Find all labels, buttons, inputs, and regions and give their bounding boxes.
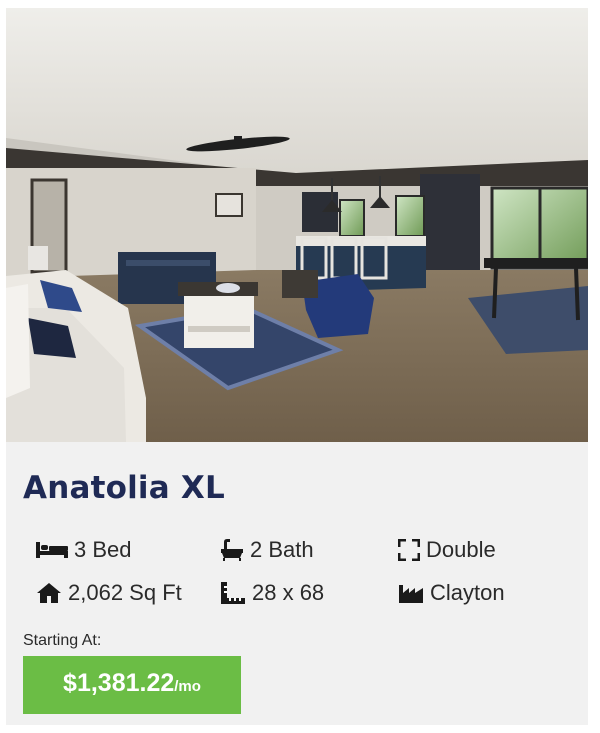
spec-bathrooms: 2 Bath: [220, 537, 314, 563]
spec-section-type-text: Double: [426, 537, 496, 562]
spec-manufacturer-text: Clayton: [430, 580, 505, 605]
expand-icon: [398, 539, 420, 561]
price-amount: $1,381.22: [63, 669, 175, 697]
home-icon: [37, 583, 61, 603]
spec-bathrooms-text: 2 Bath: [250, 537, 314, 562]
spec-section-type: Double: [398, 537, 496, 563]
home-listing-card[interactable]: Anatolia XL 3 Bed 2 Bath Double 2,062 Sq…: [6, 8, 588, 725]
bed-icon: [36, 542, 68, 558]
bath-icon: [221, 539, 243, 561]
spec-square-feet-text: 2,062 Sq Ft: [68, 580, 182, 605]
starting-at-label: Starting At:: [23, 632, 102, 649]
ruler-icon: [221, 582, 245, 604]
spec-manufacturer: Clayton: [398, 580, 505, 606]
spec-bedrooms: 3 Bed: [36, 537, 132, 563]
price-unit: /mo: [174, 678, 201, 695]
listing-info: Anatolia XL 3 Bed 2 Bath Double 2,062 Sq…: [6, 442, 588, 725]
listing-title[interactable]: Anatolia XL: [23, 470, 225, 506]
spec-dimensions-text: 28 x 68: [252, 580, 325, 605]
spec-bedrooms-text: 3 Bed: [74, 537, 132, 562]
factory-icon: [399, 585, 423, 603]
price-button[interactable]: $1,381.22 /mo: [23, 656, 241, 714]
spec-dimensions: 28 x 68: [220, 580, 324, 606]
listing-photo[interactable]: [6, 8, 588, 442]
spec-square-feet: 2,062 Sq Ft: [36, 580, 182, 606]
